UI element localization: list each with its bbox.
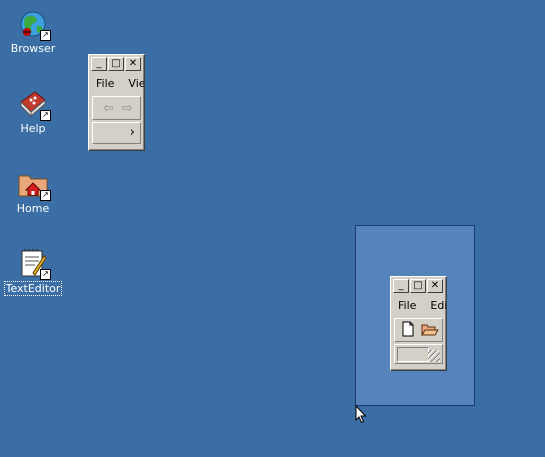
menu-file[interactable]: File bbox=[96, 77, 114, 93]
desktop-icon-help[interactable]: ↗ Help bbox=[3, 88, 63, 135]
editor-toolbar bbox=[394, 318, 443, 342]
globe-icon: ↗ bbox=[17, 8, 51, 41]
resize-grip-icon[interactable] bbox=[428, 350, 440, 362]
mouse-cursor-icon bbox=[355, 404, 367, 427]
text-editor-icon: ↗ bbox=[17, 247, 51, 280]
minimize-button[interactable]: _ bbox=[393, 279, 409, 293]
shortcut-arrow-icon: ↗ bbox=[40, 269, 51, 280]
maximize-button[interactable]: □ bbox=[108, 57, 124, 71]
text-editor-window[interactable]: _ □ ✕ File Edi bbox=[390, 276, 447, 371]
browser-window[interactable]: _ □ ✕ File Vie ⇦ ⇨ › bbox=[88, 54, 145, 151]
maximize-button[interactable]: □ bbox=[410, 279, 426, 293]
home-folder-icon: ↗ bbox=[17, 168, 51, 201]
menu-bar: File Edi bbox=[391, 295, 446, 315]
help-book-icon: ↗ bbox=[17, 88, 51, 121]
desktop-icon-home[interactable]: ↗ Home bbox=[3, 168, 63, 215]
back-arrow-icon[interactable]: ⇦ bbox=[103, 101, 114, 116]
open-folder-icon[interactable] bbox=[421, 321, 439, 340]
shortcut-arrow-icon: ↗ bbox=[40, 190, 51, 201]
desktop-icon-texteditor[interactable]: ↗ TextEditor bbox=[3, 247, 63, 296]
menu-view[interactable]: Vie bbox=[128, 77, 144, 93]
shortcut-arrow-icon: ↗ bbox=[40, 30, 51, 41]
menu-bar: File Vie bbox=[89, 73, 144, 93]
desktop-icon-label: Help bbox=[20, 122, 46, 135]
shortcut-arrow-icon: ↗ bbox=[40, 110, 51, 121]
menu-edit[interactable]: Edi bbox=[430, 299, 446, 315]
desktop-icon-label: Home bbox=[16, 202, 50, 215]
chevron-right-icon[interactable]: › bbox=[130, 125, 135, 140]
close-button[interactable]: ✕ bbox=[427, 279, 443, 293]
forward-arrow-icon[interactable]: ⇨ bbox=[122, 101, 133, 116]
new-file-icon[interactable] bbox=[401, 321, 415, 340]
menu-file[interactable]: File bbox=[398, 299, 416, 315]
title-bar[interactable]: _ □ ✕ bbox=[89, 55, 144, 73]
title-bar[interactable]: _ □ ✕ bbox=[391, 277, 446, 295]
desktop-icon-browser[interactable]: ↗ Browser bbox=[3, 8, 63, 55]
close-button[interactable]: ✕ bbox=[125, 57, 141, 71]
status-bar bbox=[394, 344, 443, 364]
secondary-toolbar: › bbox=[92, 122, 141, 144]
desktop-icon-label: TextEditor bbox=[3, 281, 63, 296]
status-field bbox=[397, 347, 429, 362]
minimize-button[interactable]: _ bbox=[91, 57, 107, 71]
navigation-toolbar: ⇦ ⇨ bbox=[92, 96, 141, 120]
desktop-icon-label: Browser bbox=[10, 42, 56, 55]
